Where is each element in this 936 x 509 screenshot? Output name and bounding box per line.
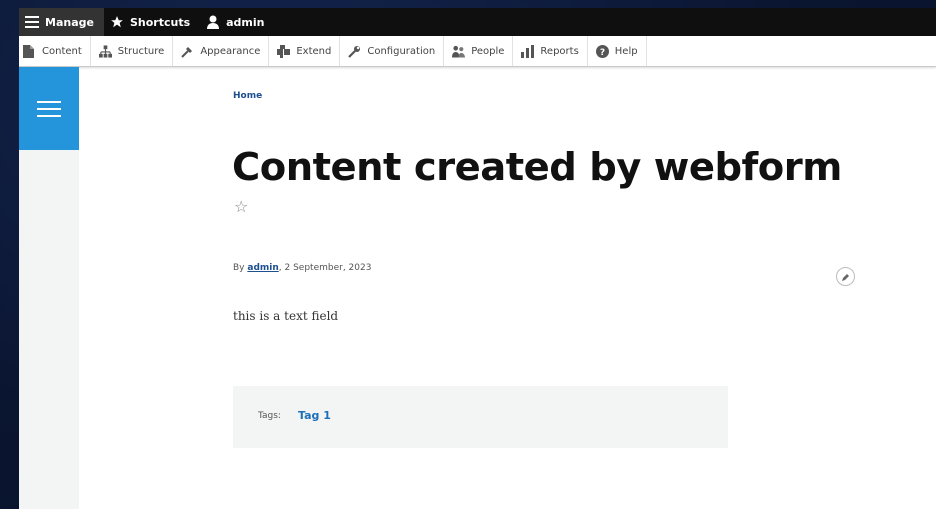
byline-date: , 2 September, 2023: [278, 263, 372, 273]
structure-icon: [98, 44, 112, 58]
menu-icon: [25, 15, 39, 29]
svg-text:?: ?: [600, 48, 605, 58]
tray-item-configuration[interactable]: Configuration: [340, 36, 445, 66]
help-icon: ?: [595, 44, 609, 58]
bookmark-star-icon[interactable]: ☆: [234, 197, 248, 216]
page-title: Content created by webform: [232, 145, 842, 190]
toolbar-shortcuts-label: Shortcuts: [129, 15, 191, 29]
node-byline: By admin, 2 September, 2023: [233, 263, 371, 273]
pencil-icon: [841, 267, 850, 286]
main-menu-toggle[interactable]: [19, 67, 79, 150]
appearance-icon: [181, 45, 194, 58]
admin-toolbar: Manage Shortcuts admin: [19, 8, 936, 36]
extend-icon: [277, 44, 291, 58]
tray-item-label: Content: [42, 45, 82, 57]
tray-item-label: Reports: [540, 45, 579, 57]
tray-item-label: People: [471, 45, 505, 57]
tags-label: Tags:: [258, 411, 281, 421]
admin-tray: Content Structure Appearance Extend Conf…: [19, 36, 936, 67]
tray-item-content[interactable]: Content: [19, 36, 91, 66]
toolbar-manage-label: Manage: [45, 15, 94, 29]
tray-item-structure[interactable]: Structure: [91, 36, 174, 66]
tray-item-label: Structure: [117, 45, 165, 57]
tray-item-reports[interactable]: Reports: [513, 36, 588, 66]
node-body: this is a text field: [233, 309, 339, 323]
wrench-icon: [348, 45, 361, 58]
tray-item-label: Appearance: [200, 45, 261, 57]
star-icon: [110, 15, 124, 29]
tag-link[interactable]: Tag 1: [298, 409, 331, 422]
tags-field: Tags: Tag 1: [233, 386, 728, 448]
toolbar-shortcuts[interactable]: Shortcuts: [104, 8, 200, 36]
tray-item-label: Configuration: [367, 45, 436, 57]
tray-item-label: Help: [614, 45, 638, 57]
people-icon: [452, 45, 466, 58]
tray-item-people[interactable]: People: [444, 36, 514, 66]
content-icon: [23, 44, 36, 58]
author-link[interactable]: admin: [247, 263, 278, 273]
tray-item-extend[interactable]: Extend: [269, 36, 341, 66]
user-icon: [206, 15, 220, 29]
byline-prefix: By: [233, 263, 248, 273]
toolbar-user[interactable]: admin: [200, 8, 274, 36]
breadcrumb-home[interactable]: Home: [233, 91, 262, 101]
browser-viewport: Manage Shortcuts admin Content Structure…: [19, 8, 936, 509]
reports-icon: [521, 44, 535, 58]
hamburger-icon: [37, 96, 61, 122]
tray-item-label: Extend: [296, 45, 332, 57]
toolbar-manage[interactable]: Manage: [19, 8, 104, 36]
contextual-edit-button[interactable]: [836, 267, 855, 286]
toolbar-user-label: admin: [226, 15, 265, 29]
tray-item-help[interactable]: ? Help: [588, 36, 647, 66]
tray-item-appearance[interactable]: Appearance: [173, 36, 270, 66]
